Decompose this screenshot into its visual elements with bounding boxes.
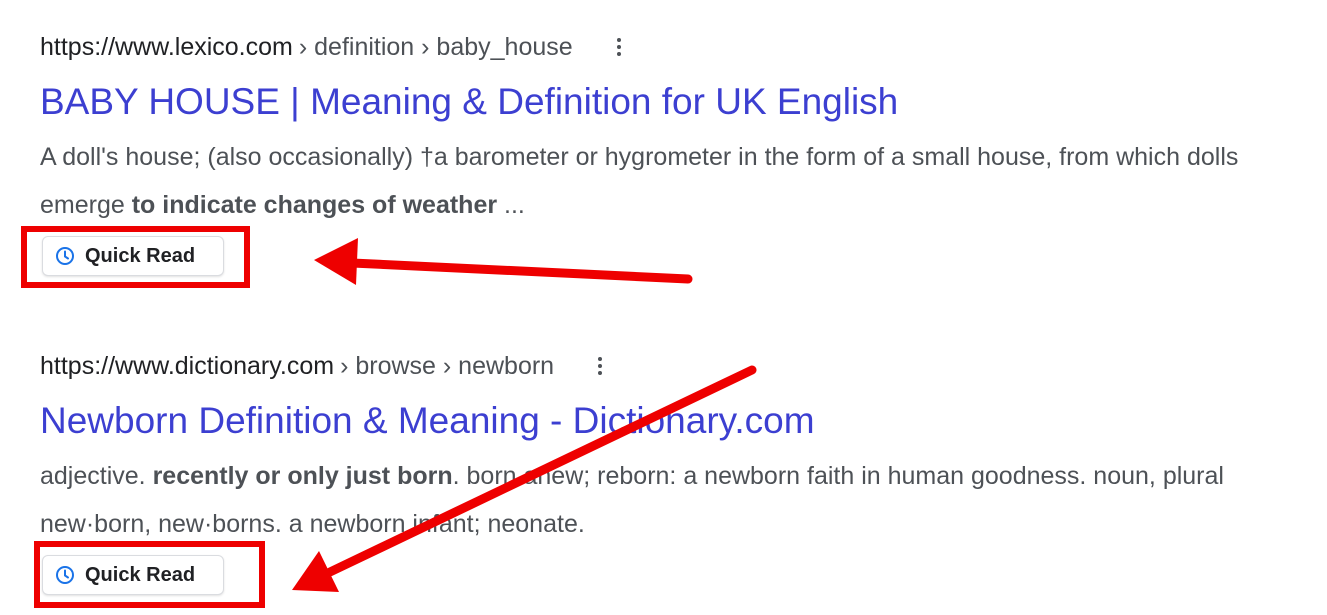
result-title-link[interactable]: Newborn Definition & Meaning - Dictionar… (40, 399, 1310, 443)
quick-read-label: Quick Read (85, 244, 196, 267)
quick-read-label: Quick Read (85, 563, 196, 586)
result-snippet: A doll's house; (also occasionally) †a b… (40, 133, 1310, 229)
more-vert-icon[interactable] (616, 38, 621, 56)
snippet-text: adjective. (40, 462, 153, 490)
quick-read-button[interactable]: Quick Read (42, 236, 224, 276)
result-path: › browse › newborn (340, 351, 555, 380)
snippet-text-end: ... (497, 191, 525, 219)
snippet-highlight: recently or only just born (152, 462, 453, 490)
clock-icon (56, 247, 74, 265)
quick-read-button[interactable]: Quick Read (42, 555, 224, 595)
result-url-breadcrumb: https://www.lexico.com › definition › ba… (40, 28, 1310, 66)
result-url-breadcrumb: https://www.dictionary.com › browse › ne… (40, 347, 1310, 385)
result-path: › definition › baby_house (298, 32, 573, 61)
result-snippet: adjective. recently or only just born. b… (40, 452, 1310, 548)
annotation-arrow (314, 238, 693, 285)
search-result: https://www.lexico.com › definition › ba… (40, 28, 1310, 229)
snippet-highlight: to indicate changes of weather (131, 191, 498, 219)
clock-icon (56, 566, 74, 584)
search-result: https://www.dictionary.com › browse › ne… (40, 347, 1310, 548)
result-domain[interactable]: https://www.lexico.com (40, 33, 293, 62)
result-title-link[interactable]: BABY HOUSE | Meaning & Definition for UK… (40, 80, 1310, 124)
result-domain[interactable]: https://www.dictionary.com (40, 352, 334, 381)
more-vert-icon[interactable] (598, 357, 603, 375)
